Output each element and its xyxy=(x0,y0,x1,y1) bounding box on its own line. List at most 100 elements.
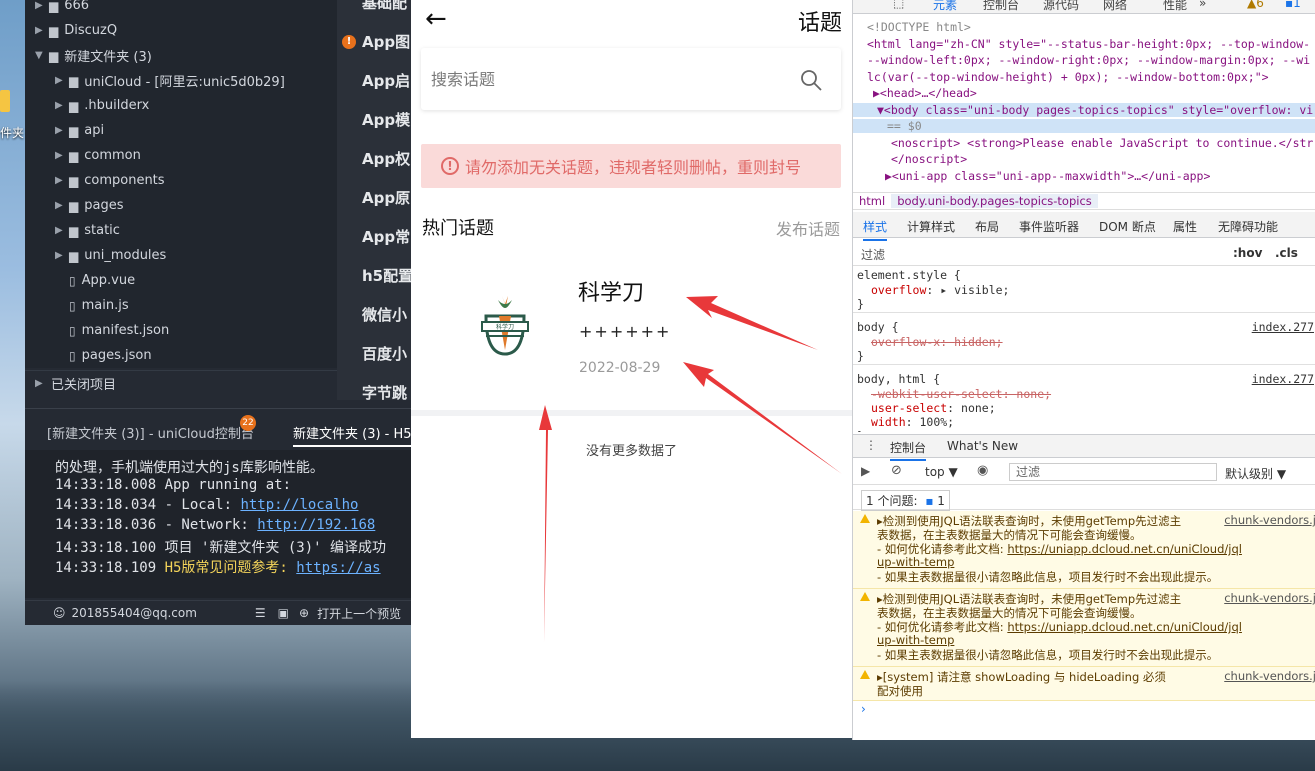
devtools-tab[interactable]: 网络 xyxy=(1103,0,1127,13)
tree-item[interactable]: ▯ App.vue xyxy=(25,268,135,293)
css-source-link[interactable]: index.277 xyxy=(1252,320,1314,334)
tree-item[interactable]: ▶ ▆ 666 xyxy=(25,0,89,18)
dom-node-line[interactable]: ▼<body class="uni-body pages-topics-topi… xyxy=(853,102,1315,117)
clear-console-icon[interactable]: ⊘ xyxy=(891,463,902,478)
chevron-right-icon[interactable]: ▶ xyxy=(55,225,69,236)
tab-unicloud-console[interactable]: [新建文件夹 (3)] - uniCloud控制台 xyxy=(47,423,254,442)
dom-node-line[interactable]: ▶<head>…</head> xyxy=(873,86,977,100)
doc-outline-item[interactable]: App模 xyxy=(362,109,410,130)
doc-outline-item[interactable]: h5配置 xyxy=(362,265,411,286)
css-source-link[interactable]: index.277 xyxy=(1252,372,1314,386)
tab-console[interactable]: 控制台 xyxy=(890,439,927,461)
tree-item[interactable]: ▶ ▆ .hbuilderx xyxy=(25,93,149,118)
styles-subtab[interactable]: 无障碍功能 xyxy=(1218,218,1278,235)
styles-filter-input[interactable]: 过滤 xyxy=(861,246,885,263)
dom-node-line[interactable]: <noscript> <strong>Please enable JavaScr… xyxy=(891,136,1313,150)
tree-item[interactable]: ▶ ▆ common xyxy=(25,143,141,168)
doc-outline-item[interactable]: 百度小 xyxy=(362,343,407,364)
doc-outline-item[interactable]: App启 xyxy=(362,70,410,91)
status-user[interactable]: 201855404@qq.com xyxy=(72,606,197,620)
inspect-icon[interactable]: ⬚ xyxy=(893,0,904,10)
search-icon[interactable] xyxy=(799,68,823,92)
styles-subtab[interactable]: 事件监听器 xyxy=(1019,218,1079,235)
css-declaration[interactable]: width: 100%; xyxy=(871,415,954,429)
tab-whats-new[interactable]: What's New xyxy=(947,439,1018,453)
context-select[interactable]: top ▼ xyxy=(925,465,958,479)
doc-link[interactable]: https://uniapp.dcloud.net.cn/uniCloud/jq… xyxy=(1007,542,1242,556)
tree-item[interactable]: ▶ ▆ static xyxy=(25,218,120,243)
tree-item[interactable]: ▯ pages.json xyxy=(25,343,152,368)
console-link[interactable]: https://as xyxy=(296,560,380,576)
hov-toggle[interactable]: :hov xyxy=(1233,246,1262,260)
tree-item[interactable]: ▶ ▆ api xyxy=(25,118,104,143)
list-icon[interactable]: ☰ xyxy=(255,606,266,620)
tree-item[interactable]: ▶ ▆ pages xyxy=(25,193,123,218)
dom-node-line[interactable]: lc(var(--top-window-height) + 0px); --wi… xyxy=(867,70,1269,84)
devtools-tab[interactable]: 控制台 xyxy=(983,0,1019,13)
dom-node-line[interactable]: ▶<uni-app class="uni-app--maxwidth">…</u… xyxy=(885,169,1210,183)
devtools-tab[interactable]: 元素 xyxy=(933,0,957,13)
chevron-right-icon[interactable]: ▶ xyxy=(55,200,69,211)
tab-h5-console[interactable]: 新建文件夹 (3) - H5 xyxy=(293,423,412,447)
source-link[interactable]: chunk-vendors.j xyxy=(1224,591,1315,605)
desktop-icon-label[interactable]: 件夹 xyxy=(0,124,24,141)
tree-item[interactable]: ▯ manifest.json xyxy=(25,318,169,343)
tree-item[interactable]: ▶ ▆ DiscuzQ xyxy=(25,18,117,43)
chevron-right-icon[interactable]: ▶ xyxy=(55,75,69,86)
styles-subtab[interactable]: 样式 xyxy=(863,218,888,241)
tree-item[interactable]: ▯ main.js xyxy=(25,293,129,318)
log-level-select[interactable]: 默认级别 ▼ xyxy=(1225,465,1286,482)
topic-name[interactable]: 科学刀 xyxy=(578,275,644,307)
doc-outline-item[interactable]: App权 xyxy=(362,148,410,169)
styles-subtab[interactable]: DOM 断点 xyxy=(1099,218,1156,235)
publish-topic-button[interactable]: 发布话题 xyxy=(776,216,840,240)
tree-item[interactable]: ▶ ▆ components xyxy=(25,168,165,193)
tree-item[interactable]: ▼ ▆ 新建文件夹 (3) xyxy=(25,43,152,68)
sidebar-toggle-icon[interactable]: ▶ xyxy=(861,464,870,478)
css-declaration[interactable]: user-select: none; xyxy=(871,401,996,415)
more-tools-icon[interactable]: ⋮ xyxy=(865,438,877,452)
css-declaration[interactable]: -webkit-user-select: none; xyxy=(871,387,1051,401)
styles-subtab[interactable]: 属性 xyxy=(1173,218,1197,235)
doc-link-cont[interactable]: up-with-temp xyxy=(877,555,954,569)
css-declaration[interactable]: overflow-x: hidden; xyxy=(871,335,1003,349)
devtools-tab[interactable]: » xyxy=(1199,0,1206,10)
console-warning[interactable]: ▸检测到使用JQL语法联表查询时，未使用getTemp先过滤主 表数据，在主表数据… xyxy=(853,589,1315,667)
chevron-right-icon[interactable]: ▶ xyxy=(35,25,49,36)
doc-outline-item[interactable]: 微信小 xyxy=(362,304,407,325)
closed-projects-row[interactable]: ▶ 已关闭项目 xyxy=(25,370,337,396)
doc-outline-item[interactable]: 字节跳 xyxy=(362,382,407,400)
search-input[interactable] xyxy=(431,66,771,92)
console-warning[interactable]: ▸[system] 请注意 showLoading 与 hideLoading … xyxy=(853,667,1315,701)
dom-node-line[interactable]: <html lang="zh-CN" style="--status-bar-h… xyxy=(867,37,1310,51)
breadcrumb-html[interactable]: html xyxy=(853,194,891,208)
chevron-right-icon[interactable]: ▶ xyxy=(55,125,69,136)
console-link[interactable]: http://localho xyxy=(240,497,358,513)
desktop-folder-icon[interactable] xyxy=(0,90,10,112)
devtools-tab[interactable]: 性能 xyxy=(1163,0,1187,13)
console-prompt[interactable]: › xyxy=(861,702,866,716)
source-link[interactable]: chunk-vendors.j xyxy=(1224,669,1315,683)
doc-outline-item[interactable]: 基础配 xyxy=(362,0,407,13)
chevron-down-icon[interactable]: ▼ xyxy=(35,50,49,61)
preview-icon[interactable]: ⊕ xyxy=(299,606,309,620)
css-declaration[interactable]: overflow: ▸ visible; xyxy=(871,283,1010,297)
breadcrumb-body[interactable]: body.uni-body.pages-topics-topics xyxy=(891,194,1098,208)
styles-subtab[interactable]: 布局 xyxy=(975,218,999,235)
console-warning[interactable]: ▸检测到使用JQL语法联表查询时，未使用getTemp先过滤主 表数据，在主表数据… xyxy=(853,511,1315,589)
tree-item[interactable]: ▶ ▆ uni_modules xyxy=(25,243,166,268)
dom-node-line[interactable]: <!DOCTYPE html> xyxy=(867,20,971,34)
doc-outline-item[interactable]: App原 xyxy=(362,187,410,208)
info-count-badge[interactable]: ▪1 xyxy=(1285,0,1301,10)
styles-subtab[interactable]: 计算样式 xyxy=(907,218,955,235)
console-link[interactable]: http://192.168 xyxy=(257,517,375,533)
source-link[interactable]: chunk-vendors.j xyxy=(1224,513,1315,527)
dom-node-line[interactable]: --window-left:0px; --window-right:0px; -… xyxy=(867,53,1310,67)
chevron-right-icon[interactable]: ▶ xyxy=(55,175,69,186)
back-arrow-icon[interactable]: ← xyxy=(425,4,447,34)
open-preview-link[interactable]: 打开上一个预览 xyxy=(317,605,401,622)
dom-node-line[interactable]: == $0 xyxy=(853,119,1315,133)
console-filter-input[interactable]: 过滤 xyxy=(1009,463,1217,481)
devtools-tab[interactable]: 源代码 xyxy=(1043,0,1079,13)
topic-logo[interactable]: 科学刀 xyxy=(478,294,532,358)
